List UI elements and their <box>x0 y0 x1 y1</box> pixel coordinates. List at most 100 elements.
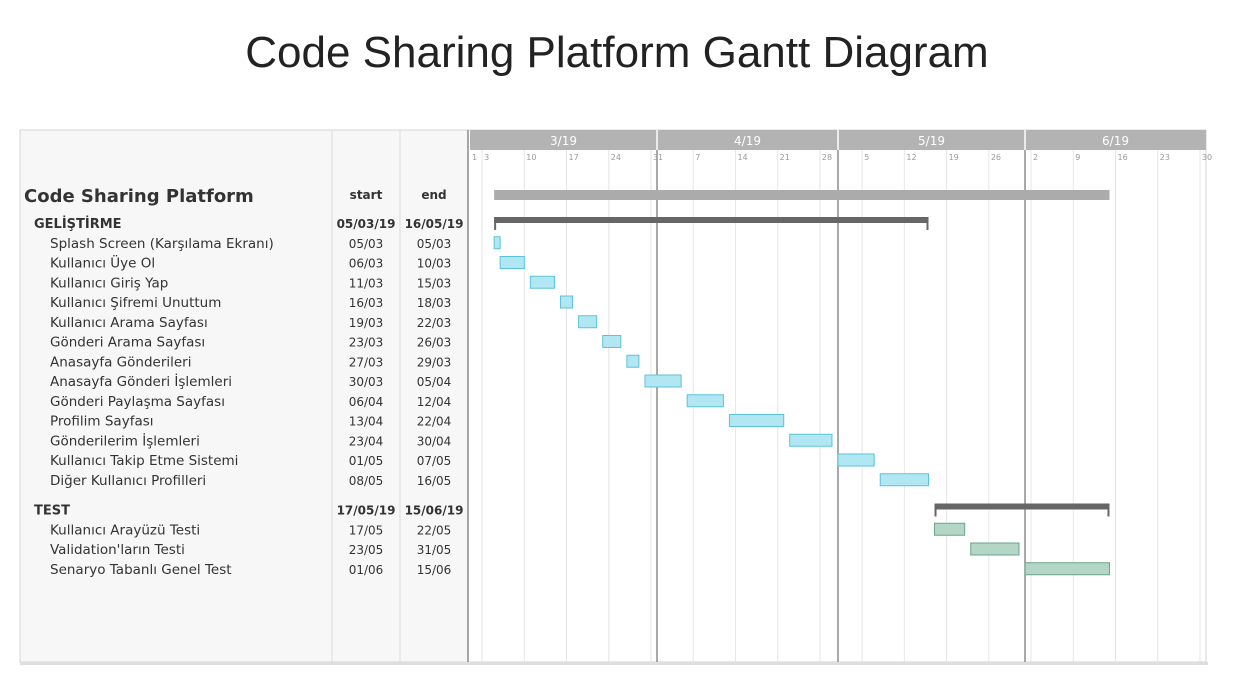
task-end-date: 30/04 <box>417 434 452 448</box>
day-tick-label: 19 <box>949 153 959 162</box>
task-name: Gönderi Arama Sayfası <box>50 335 205 351</box>
chart-bottom-border <box>20 662 1208 665</box>
task-start-date: 23/05 <box>349 543 384 557</box>
group-start-date: 05/03/19 <box>337 217 396 231</box>
task-start-date: 30/03 <box>349 375 384 389</box>
task-end-date: 22/03 <box>417 316 452 330</box>
task-end-date: 31/05 <box>417 543 452 557</box>
task-bar <box>529 275 555 289</box>
day-tick-label: 10 <box>526 153 536 162</box>
day-tick-label: 30 <box>1202 153 1212 162</box>
task-end-date: 12/04 <box>417 395 452 409</box>
task-name: Kullanıcı Giriş Yap <box>50 275 168 291</box>
task-end-date: 05/04 <box>417 375 452 389</box>
task-bar <box>559 295 574 309</box>
task-start-date: 06/04 <box>349 395 384 409</box>
day-tick-label: 9 <box>1075 153 1080 162</box>
group-name: TEST <box>34 504 70 519</box>
day-tick-label: 16 <box>1118 153 1128 162</box>
project-name: Code Sharing Platform <box>24 186 254 207</box>
task-end-date: 07/05 <box>417 454 452 468</box>
group-end-date: 16/05/19 <box>405 217 464 231</box>
task-start-date: 05/03 <box>349 237 384 251</box>
task-name: Kullanıcı Arayüzü Testi <box>50 522 200 538</box>
task-start-date: 08/05 <box>349 474 384 488</box>
task-bar <box>934 522 966 536</box>
day-tick-label: 21 <box>780 153 790 162</box>
task-end-date: 15/06 <box>417 563 452 577</box>
task-name: Gönderilerim İşlemleri <box>50 431 200 449</box>
task-end-date: 26/03 <box>417 336 452 350</box>
group-summary-bar-cap <box>1107 503 1110 517</box>
task-name: Diğer Kullanıcı Profilleri <box>50 473 206 489</box>
task-start-date: 16/03 <box>349 296 384 310</box>
day-tick-label: 28 <box>822 153 832 162</box>
task-start-date: 17/05 <box>349 523 384 537</box>
task-bar <box>879 473 929 487</box>
month-label: 6/19 <box>1102 134 1129 148</box>
task-bar <box>789 433 833 447</box>
task-start-date: 11/03 <box>349 276 384 290</box>
day-tick-label: 3 <box>484 153 489 162</box>
task-name: Validation'ların Testi <box>50 542 185 558</box>
timeline-panel <box>468 130 1206 662</box>
column-header-end: end <box>421 188 446 202</box>
task-name: Kullanıcı Takip Etme Sistemi <box>50 453 238 469</box>
day-tick-label: 7 <box>695 153 700 162</box>
gantt-chart: 3/19 4/19 5/19 6/19 1 3 10 17 24 31 7 14 21 28 5 12 19 26… <box>19 129 1212 665</box>
task-bar <box>837 453 875 467</box>
group-start-date: 17/05/19 <box>337 504 396 518</box>
group-summary-bar <box>934 503 1110 510</box>
task-bar <box>626 354 640 368</box>
task-name: Anasayfa Gönderi İşlemleri <box>50 372 232 390</box>
task-end-date: 29/03 <box>417 355 452 369</box>
group-summary-bar-cap <box>926 217 929 230</box>
task-end-date: 10/03 <box>417 257 452 271</box>
day-tick-label: 26 <box>991 153 1001 162</box>
task-bar <box>493 236 501 250</box>
month-label: 4/19 <box>734 134 761 148</box>
project-summary-bar <box>494 190 1110 200</box>
task-bar <box>728 414 785 427</box>
day-tick-label: 1 <box>472 153 477 162</box>
task-name: Anasayfa Gönderileri <box>50 354 192 370</box>
month-label: 5/19 <box>918 134 945 148</box>
task-end-date: 18/03 <box>417 296 452 310</box>
group-summary-bar <box>494 217 929 223</box>
day-tick-label: 5 <box>864 153 869 162</box>
task-bar <box>602 335 622 348</box>
task-bar <box>1024 562 1110 576</box>
task-name: Gönderi Paylaşma Sayfası <box>50 394 225 410</box>
task-start-date: 23/03 <box>349 336 384 350</box>
day-tick-label: 2 <box>1033 153 1038 162</box>
task-bar <box>499 256 525 269</box>
task-bar <box>970 542 1020 556</box>
task-end-date: 16/05 <box>417 474 452 488</box>
task-name: Kullanıcı Arama Sayfası <box>50 315 208 331</box>
task-bar <box>644 374 682 388</box>
group-summary-bar-cap <box>934 503 937 517</box>
task-name: Profilim Sayfası <box>50 414 154 430</box>
month-label: 3/19 <box>550 134 577 148</box>
column-header-start: start <box>350 188 383 202</box>
task-name: Senaryo Tabanlı Genel Test <box>50 562 232 578</box>
task-start-date: 06/03 <box>349 257 384 271</box>
task-name: Kullanıcı Şifremi Unuttum <box>50 295 221 311</box>
day-tick-label: 31 <box>653 153 663 162</box>
day-tick-label: 14 <box>737 153 747 162</box>
group-summary-bar-cap <box>494 217 497 230</box>
task-end-date: 05/03 <box>417 237 452 251</box>
day-tick-label: 24 <box>611 153 621 162</box>
day-tick-label: 12 <box>906 153 916 162</box>
task-end-date: 15/03 <box>417 276 452 290</box>
task-start-date: 23/04 <box>349 434 384 448</box>
task-name: Kullanıcı Üye Ol <box>50 254 155 272</box>
task-name: Splash Screen (Karşılama Ekranı) <box>50 236 274 252</box>
group-end-date: 15/06/19 <box>405 504 464 518</box>
task-end-date: 22/04 <box>417 415 452 429</box>
task-start-date: 01/05 <box>349 454 384 468</box>
day-tick-label: 23 <box>1160 153 1170 162</box>
task-end-date: 22/05 <box>417 523 452 537</box>
group-name: GELİŞTİRME <box>34 216 122 232</box>
task-start-date: 19/03 <box>349 316 384 330</box>
